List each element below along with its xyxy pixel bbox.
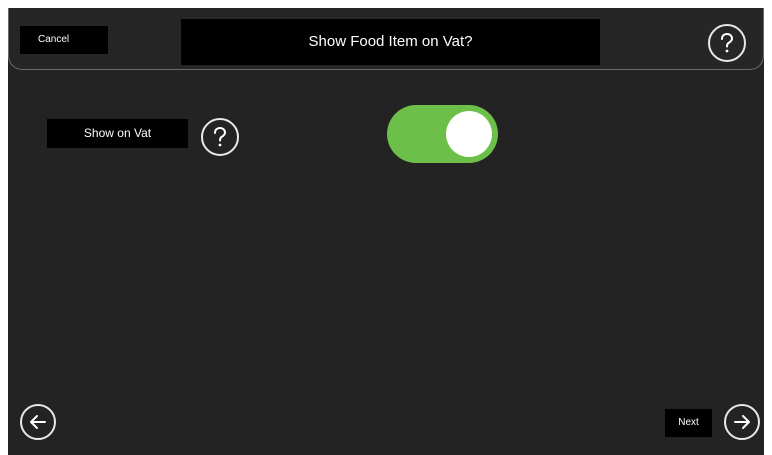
next-arrow-button[interactable] [724,404,760,440]
cancel-button[interactable]: Cancel [20,26,108,54]
header-help-button[interactable] [708,24,746,62]
question-mark-icon [210,126,230,148]
arrow-right-icon [733,414,751,430]
app-screen: Cancel Show Food Item on Vat? Show on Va… [8,8,764,455]
next-button[interactable]: Next [665,409,712,437]
show-on-vat-toggle[interactable] [387,105,498,163]
field-help-button[interactable] [201,118,239,156]
toggle-knob [446,111,492,157]
arrow-left-icon [29,414,47,430]
back-button[interactable] [20,404,56,440]
question-mark-icon [717,32,737,54]
header-bar: Cancel Show Food Item on Vat? [8,8,764,70]
page-title: Show Food Item on Vat? [181,19,600,65]
show-on-vat-label: Show on Vat [47,119,188,148]
